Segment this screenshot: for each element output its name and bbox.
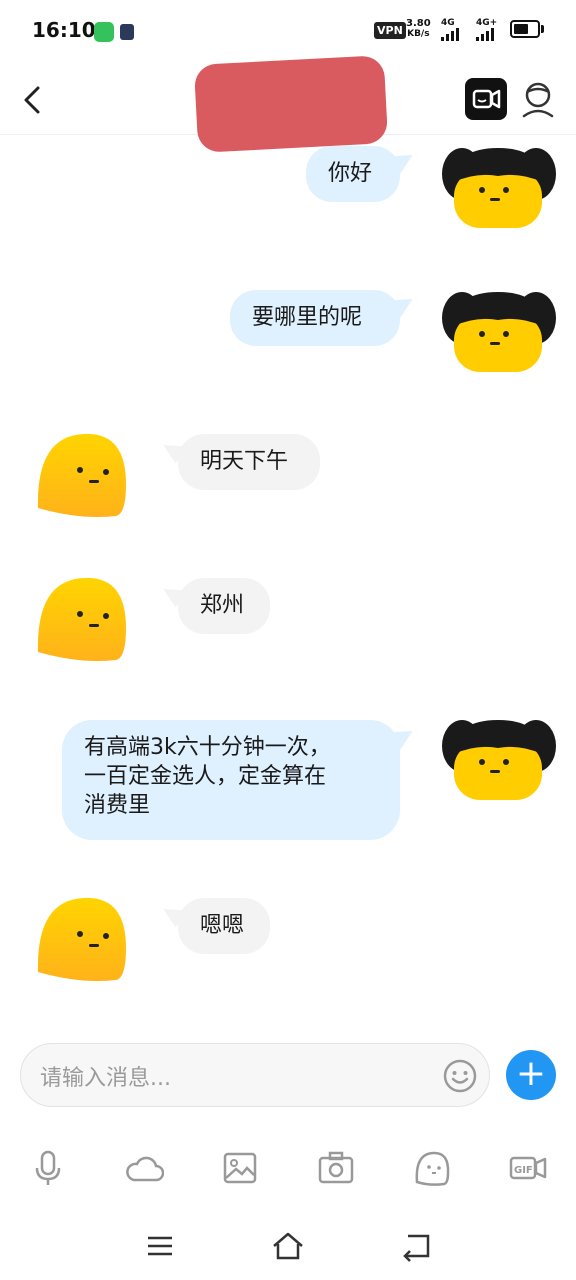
network-type: 4G+ — [476, 18, 498, 28]
message-bubble-outgoing[interactable]: 有高端3k六十分钟一次， 一百定金选人，定金算在 消费里 — [62, 720, 400, 840]
vpn-badge: VPN — [374, 22, 406, 39]
self-avatar[interactable] — [440, 712, 558, 802]
battery-tip — [541, 25, 544, 33]
image-icon[interactable] — [220, 1148, 260, 1188]
message-bubble-outgoing[interactable]: 要哪里的呢 — [230, 290, 400, 346]
profile-button[interactable] — [518, 78, 558, 120]
contact-avatar[interactable] — [34, 896, 128, 982]
signal-icon — [441, 28, 459, 41]
emoji-icon[interactable] — [442, 1058, 478, 1094]
gif-icon[interactable]: GIF — [508, 1148, 548, 1188]
signal-1: 4G — [441, 18, 459, 41]
svg-text:GIF: GIF — [514, 1165, 533, 1176]
camera-icon[interactable] — [316, 1148, 356, 1188]
signal-2: 4G+ — [476, 18, 497, 41]
app-notification-icon — [120, 24, 134, 40]
back-arrow-icon[interactable] — [22, 84, 44, 116]
self-avatar[interactable] — [440, 284, 558, 374]
message-bubble-incoming[interactable]: 明天下午 — [178, 434, 320, 490]
back-icon[interactable] — [398, 1230, 434, 1262]
redacted-title — [193, 55, 389, 153]
status-time: 16:10 — [32, 18, 96, 42]
plus-button[interactable]: + — [506, 1050, 556, 1100]
message-bubble-outgoing[interactable]: 你好 — [306, 146, 400, 202]
speed-unit: KB/s — [407, 29, 430, 39]
self-avatar[interactable] — [440, 140, 558, 230]
contact-avatar[interactable] — [34, 576, 128, 662]
message-bubble-incoming[interactable]: 郑州 — [178, 578, 270, 634]
network-type: 4G — [441, 18, 455, 28]
signal-icon — [476, 28, 497, 41]
video-call-button[interactable] — [465, 78, 507, 120]
mic-icon[interactable] — [28, 1148, 68, 1188]
app-notification-icon — [94, 22, 114, 42]
menu-icon[interactable] — [142, 1230, 178, 1262]
message-bubble-incoming[interactable]: 嗯嗯 — [178, 898, 270, 954]
battery-icon — [510, 20, 540, 38]
cloud-icon[interactable] — [124, 1148, 164, 1188]
person-icon — [522, 82, 554, 118]
video-call-icon — [472, 89, 501, 109]
speed-value: 3.80 — [406, 18, 431, 29]
message-input-placeholder: 请输入消息... — [40, 1066, 171, 1091]
contact-avatar[interactable] — [34, 432, 128, 518]
network-speed: 3.80 KB/s — [406, 18, 431, 40]
home-icon[interactable] — [270, 1230, 306, 1262]
sticker-icon[interactable] — [412, 1148, 452, 1188]
